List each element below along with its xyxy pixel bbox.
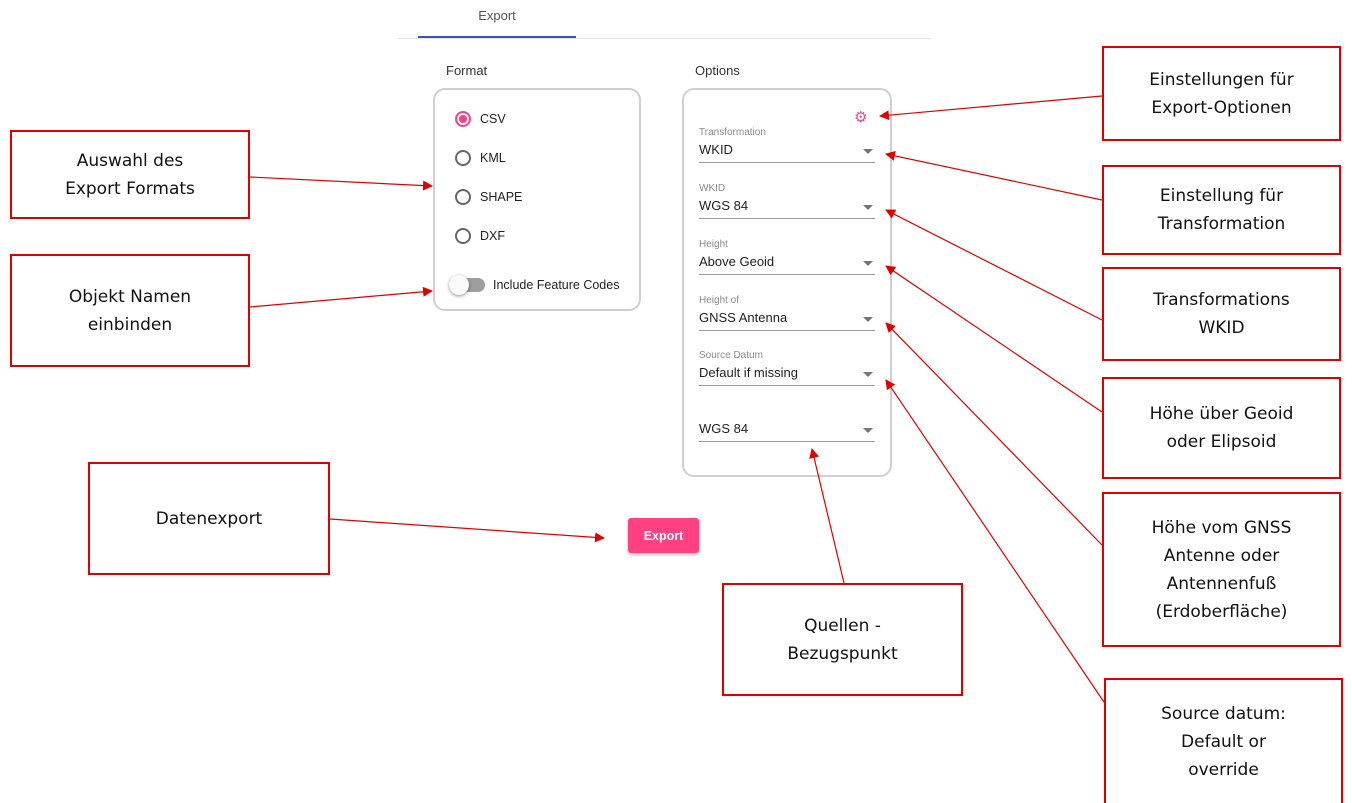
radio-dxf[interactable]: DXF — [455, 225, 505, 247]
radio-kml[interactable]: KML — [455, 147, 506, 169]
radio-label: KML — [480, 151, 506, 165]
tab-divider — [398, 38, 931, 39]
arrow-height-of — [885, 322, 1103, 546]
select-value: GNSS Antenna — [699, 310, 788, 325]
dropdown-arrow-icon — [863, 205, 873, 210]
radio-label: SHAPE — [480, 190, 523, 204]
transformation-select[interactable]: WKID — [699, 139, 875, 163]
arrow-height — [885, 265, 1103, 413]
dropdown-arrow-icon — [863, 261, 873, 266]
radio-button-icon[interactable] — [455, 228, 471, 244]
height-of-select[interactable]: GNSS Antenna — [699, 307, 875, 331]
arrow-export-options — [879, 95, 1103, 121]
radio-shape[interactable]: SHAPE — [455, 186, 522, 208]
include-feature-codes-toggle[interactable]: Include Feature Codes — [449, 275, 620, 295]
radio-csv[interactable]: CSV — [455, 108, 506, 130]
export-button[interactable]: Export — [628, 518, 699, 553]
annotation-height: Höhe über Geoid oder Elipsoid — [1102, 377, 1341, 479]
arrow-data-export — [329, 518, 605, 543]
dropdown-arrow-icon — [863, 428, 873, 433]
transformation-label: Transformation — [699, 127, 766, 138]
arrow-transformation — [885, 150, 1103, 201]
options-title: Options — [695, 63, 740, 78]
radio-label: DXF — [480, 229, 505, 243]
height-select[interactable]: Above Geoid — [699, 251, 875, 275]
annotation-object-names: Objekt Namen einbinden — [10, 254, 250, 367]
radio-label: CSV — [480, 112, 506, 126]
toggle-switch[interactable] — [449, 275, 485, 295]
select-value: Default if missing — [699, 365, 798, 380]
annotation-export-options: Einstellungen für Export-Optionen — [1102, 46, 1341, 141]
select-value: Above Geoid — [699, 254, 775, 269]
annotation-source-datum: Source datum: Default or override — [1104, 678, 1343, 803]
arrow-object-names — [249, 286, 433, 308]
annotation-wkid: Transformations WKID — [1102, 267, 1341, 361]
dropdown-arrow-icon — [863, 317, 873, 322]
toggle-label: Include Feature Codes — [493, 278, 620, 292]
source-datum-label: Source Datum — [699, 350, 763, 361]
select-value: WKID — [699, 142, 733, 157]
dropdown-arrow-icon — [863, 372, 873, 377]
gear-icon[interactable]: ⚙ — [854, 110, 867, 125]
arrow-format — [249, 176, 433, 191]
tab-export[interactable]: Export — [418, 8, 576, 23]
radio-button-icon[interactable] — [455, 111, 471, 127]
radio-button-icon[interactable] — [455, 189, 471, 205]
toggle-thumb[interactable] — [449, 275, 469, 295]
arrow-wkid — [885, 209, 1103, 321]
annotation-data-export: Datenexport — [88, 462, 330, 575]
select-value: WGS 84 — [699, 198, 749, 213]
select-value: WGS 84 — [699, 421, 749, 436]
radio-button-icon[interactable] — [455, 150, 471, 166]
annotation-source-ref: Quellen - Bezugspunkt — [722, 583, 963, 696]
format-title: Format — [446, 63, 488, 78]
height-of-label: Height of — [699, 295, 740, 306]
dropdown-arrow-icon — [863, 149, 873, 154]
wkid-select[interactable]: WGS 84 — [699, 195, 875, 219]
source-datum-select[interactable]: Default if missing — [699, 362, 875, 386]
wkid-label: WKID — [699, 183, 726, 194]
annotation-transformation: Einstellung für Transformation — [1102, 165, 1341, 255]
annotation-format-select: Auswahl des Export Formats — [10, 130, 250, 219]
source-datum-override-select[interactable]: WGS 84 — [699, 418, 875, 442]
annotation-height-of: Höhe vom GNSS Antenne oder Antennenfuß (… — [1102, 492, 1341, 647]
height-label: Height — [699, 239, 728, 250]
